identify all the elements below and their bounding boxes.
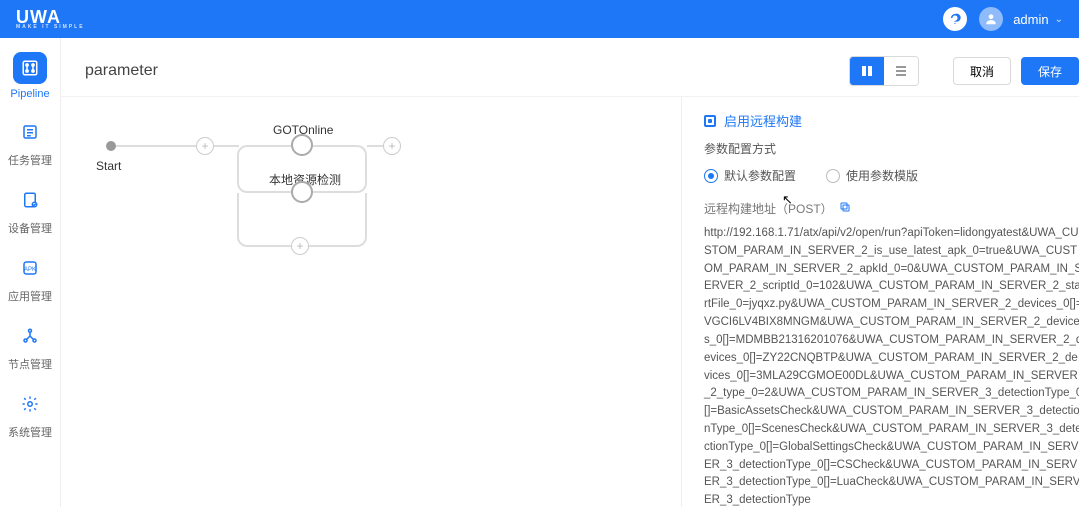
edge bbox=[351, 231, 367, 247]
gear-icon bbox=[13, 388, 47, 420]
edge bbox=[251, 245, 291, 247]
copy-icon[interactable] bbox=[839, 201, 851, 216]
radio-icon bbox=[704, 169, 718, 183]
sidebar-item-pipeline[interactable]: Pipeline bbox=[0, 46, 60, 108]
sidebar-item-tasks[interactable]: 任务管理 bbox=[0, 110, 60, 176]
section-icon bbox=[704, 115, 716, 127]
add-node-button[interactable]: + bbox=[196, 137, 214, 155]
edge bbox=[365, 193, 367, 233]
title-row: parameter 取消 保存 bbox=[61, 38, 1079, 96]
sidebar-item-label: 节点管理 bbox=[8, 356, 52, 372]
panel-section-header: 启用远程构建 bbox=[704, 111, 1079, 130]
view-toggle bbox=[849, 56, 919, 86]
sidebar-item-label: 任务管理 bbox=[8, 152, 52, 168]
sidebar-item-nodes[interactable]: 节点管理 bbox=[0, 314, 60, 380]
panel-resize-handle[interactable] bbox=[681, 282, 685, 322]
view-columns-button[interactable] bbox=[850, 57, 884, 85]
url-field-label: 远程构建地址（POST） bbox=[704, 200, 1079, 217]
radio-template-params[interactable]: 使用参数模版 bbox=[826, 167, 918, 184]
edge bbox=[251, 145, 291, 147]
logo-subtext: MAKE IT SIMPLE bbox=[16, 25, 85, 30]
view-list-button[interactable] bbox=[884, 57, 918, 85]
config-panel: 启用远程构建 参数配置方式 默认参数配置 使用参数模版 ↖ 远程构建地址（POS… bbox=[681, 97, 1079, 507]
sidebar-item-label: 系统管理 bbox=[8, 424, 52, 440]
devices-icon bbox=[13, 184, 47, 216]
username[interactable]: admin bbox=[1013, 12, 1048, 27]
flow-canvas[interactable]: Start + GOTOnline 本地资源检 bbox=[61, 97, 681, 507]
avatar[interactable] bbox=[979, 7, 1003, 31]
edge bbox=[214, 145, 239, 147]
node-label-start: Start bbox=[96, 159, 121, 173]
remote-build-url: http://192.168.1.71/atx/api/v2/open/run?… bbox=[704, 225, 1079, 507]
sidebar-item-label: Pipeline bbox=[10, 88, 49, 100]
edge bbox=[237, 145, 253, 161]
sidebar-item-apps[interactable]: APK 应用管理 bbox=[0, 246, 60, 312]
add-branch-button[interactable]: + bbox=[291, 237, 309, 255]
node-local-resource-check[interactable] bbox=[291, 181, 313, 203]
help-icon[interactable] bbox=[943, 7, 967, 31]
edge bbox=[367, 145, 383, 147]
radio-default-params[interactable]: 默认参数配置 bbox=[704, 167, 796, 184]
radio-label: 使用参数模版 bbox=[846, 167, 918, 184]
edge bbox=[237, 159, 239, 179]
edge bbox=[251, 191, 291, 193]
sidebar-item-label: 设备管理 bbox=[8, 220, 52, 236]
logo: UWA MAKE IT SIMPLE bbox=[16, 9, 85, 30]
edge bbox=[237, 193, 239, 233]
cancel-button[interactable]: 取消 bbox=[953, 57, 1011, 85]
logo-text: UWA bbox=[16, 9, 85, 25]
nodes-icon bbox=[13, 320, 47, 352]
radio-label: 默认参数配置 bbox=[724, 167, 796, 184]
page-title: parameter bbox=[85, 62, 849, 80]
node-gotonline[interactable] bbox=[291, 134, 313, 156]
app-header: UWA MAKE IT SIMPLE admin ⌄ bbox=[0, 0, 1079, 38]
edge bbox=[313, 145, 353, 147]
edge bbox=[309, 245, 353, 247]
edge bbox=[313, 191, 353, 193]
main: parameter 取消 保存 Start bbox=[61, 38, 1079, 507]
add-node-button[interactable]: + bbox=[383, 137, 401, 155]
node-start-dot[interactable] bbox=[106, 141, 116, 151]
tasks-icon bbox=[13, 116, 47, 148]
radio-group-config-mode: 默认参数配置 使用参数模版 bbox=[704, 167, 1079, 184]
url-label-text: 远程构建地址（POST） bbox=[704, 200, 833, 217]
radio-icon bbox=[826, 169, 840, 183]
sidebar-item-label: 应用管理 bbox=[8, 288, 52, 304]
edge bbox=[116, 145, 196, 147]
save-button[interactable]: 保存 bbox=[1021, 57, 1079, 85]
config-mode-label: 参数配置方式 bbox=[704, 140, 1079, 157]
svg-text:APK: APK bbox=[24, 267, 36, 273]
edge bbox=[365, 159, 367, 179]
sidebar: Pipeline 任务管理 设备管理 APK 应用管理 节点管理 bbox=[0, 38, 61, 507]
chevron-down-icon[interactable]: ⌄ bbox=[1055, 14, 1063, 25]
sidebar-item-devices[interactable]: 设备管理 bbox=[0, 178, 60, 244]
panel-section-title: 启用远程构建 bbox=[724, 111, 802, 130]
apps-icon: APK bbox=[13, 252, 47, 284]
sidebar-item-system[interactable]: 系统管理 bbox=[0, 382, 60, 448]
edge bbox=[351, 177, 367, 193]
pipeline-icon bbox=[13, 52, 47, 84]
